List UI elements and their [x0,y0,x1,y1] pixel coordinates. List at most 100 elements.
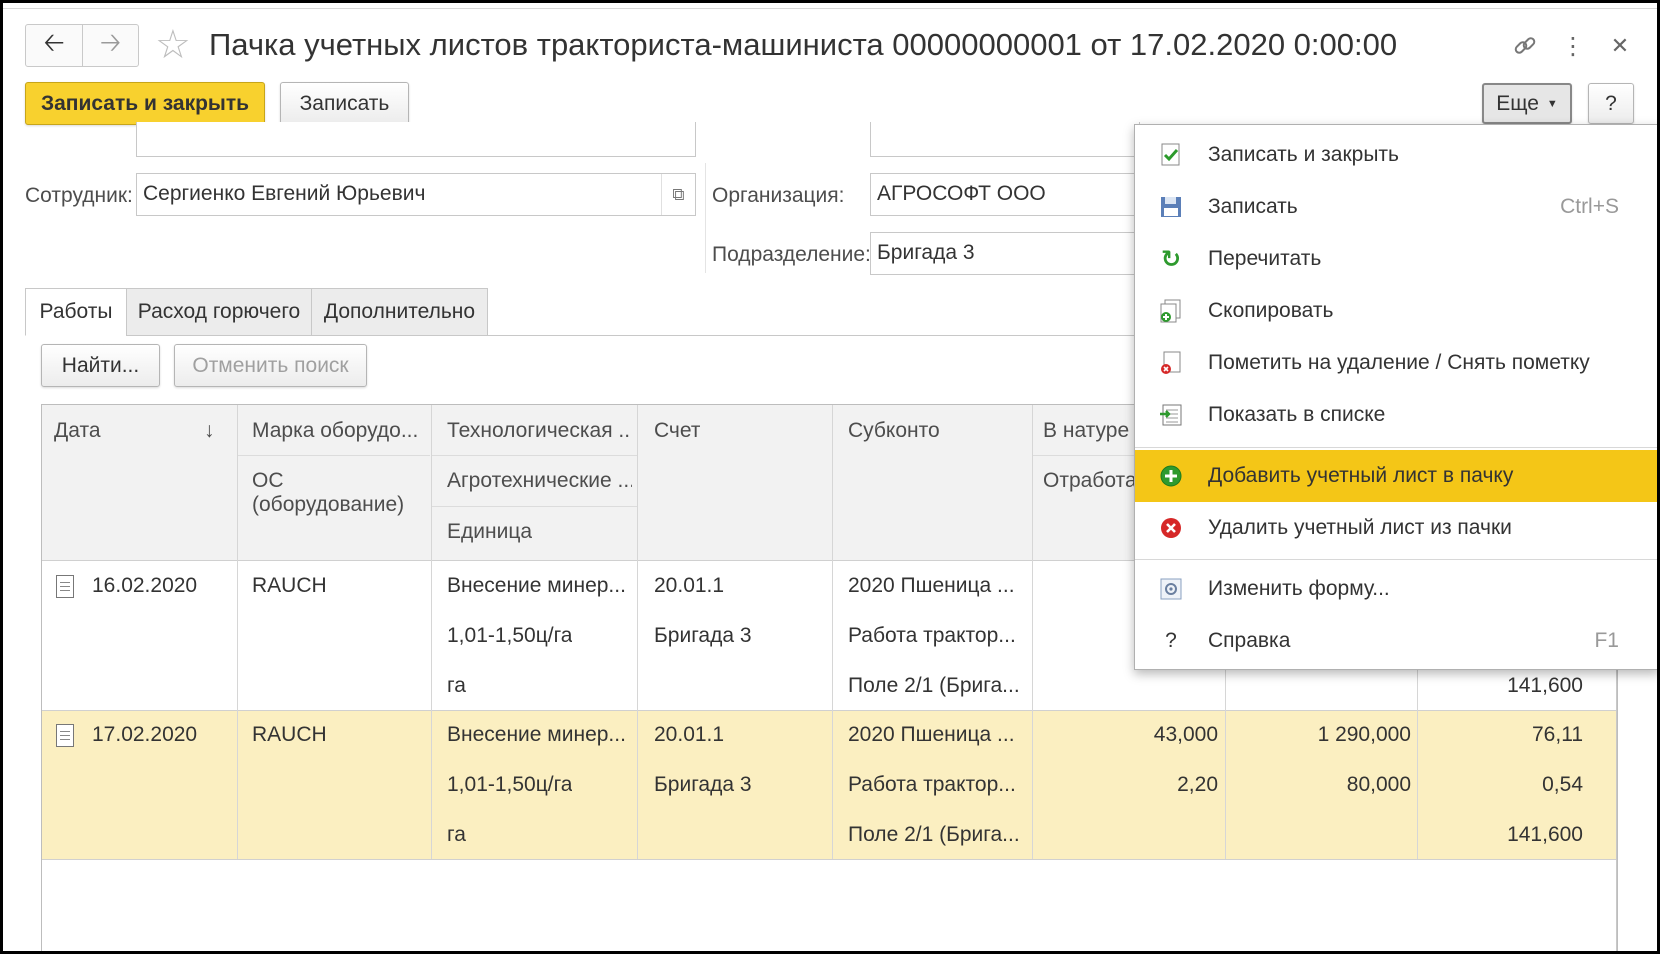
menu-item-label: Записать и закрыть [1208,143,1399,166]
link-icon[interactable] [1508,29,1542,63]
cell-brand: RAUCH [252,574,327,597]
menu-item-label: Изменить форму... [1208,577,1390,600]
favorite-star-icon[interactable]: ☆ [155,25,191,65]
tractor-field-clipped[interactable] [136,122,696,157]
forward-arrow-icon[interactable]: 🡢 [82,25,138,66]
menu-item-change-form[interactable]: Изменить форму... [1135,563,1657,615]
cell-subconto-2: Работа трактор... [848,624,1016,647]
cell-agro: 1,01-1,50ц/га [447,624,573,647]
header-subconto[interactable]: Субконто [848,419,940,443]
find-button[interactable]: Найти... [41,344,160,387]
save-and-close-button[interactable]: Записать и закрыть [25,82,265,125]
menu-item-remove-sheet[interactable]: Удалить учетный лист из пачки [1135,502,1657,554]
cell-account: 20.01.1 [654,723,725,746]
header-account[interactable]: Счет [654,419,700,443]
more-vertical-icon[interactable]: ⋮ [1556,29,1590,63]
window: 🡠 🡢 ☆ Пачка учетных листов тракториста-м… [0,0,1660,954]
menu-item-add-sheet[interactable]: Добавить учетный лист в пачку [1135,450,1657,502]
header-sub-divider [431,455,637,456]
copy-doc-icon [1159,299,1183,323]
nav-buttons: 🡠 🡢 [25,24,139,67]
cell-m-1: 1 290,000 [1317,723,1411,746]
menu-item-save-close[interactable]: Записать и закрыть [1135,129,1657,181]
header-agro[interactable]: Агротехнические ... [447,469,632,493]
header-sub-divider [431,506,637,507]
cell-subconto-3: Поле 2/1 (Брига... [848,674,1020,697]
menu-shortcut: F1 [1594,629,1619,652]
col-divider [431,405,432,859]
menu-item-show-in-list[interactable]: Показать в списке [1135,389,1657,441]
cancel-search-button[interactable]: Отменить поиск [174,344,367,387]
row-divider [42,859,1617,860]
cell-account-2: Бригада 3 [654,773,752,796]
menu-item-label: Показать в списке [1208,403,1386,426]
chevron-down-icon: ▼ [1546,97,1558,110]
menu-separator [1135,559,1657,560]
cell-k-2: 0,54 [1542,773,1583,796]
cell-tech: Внесение минер... [447,574,626,597]
back-arrow-icon[interactable]: 🡠 [26,25,82,66]
close-icon[interactable]: ✕ [1603,29,1637,63]
col-divider [1032,405,1033,859]
header-natura[interactable]: В натуре [1043,419,1129,443]
menu-item-label: Скопировать [1208,299,1334,322]
settings-form-icon [1159,577,1183,601]
show-in-list-icon [1159,403,1183,427]
open-link-icon[interactable]: ⧉ [661,174,695,215]
menu-item-save[interactable]: Записать Ctrl+S [1135,181,1657,233]
header-tech[interactable]: Технологическая ... [447,419,632,443]
cell-k-3: 141,600 [1507,823,1583,846]
header-worked[interactable]: Отработа [1043,469,1137,493]
tab-fuel[interactable]: Расход горючего [126,288,312,336]
cell-m-2: 80,000 [1346,773,1411,796]
col-divider [237,405,238,859]
menu-shortcut: Ctrl+S [1560,195,1619,218]
header-sub-divider [237,455,430,456]
menu-item-label: Записать [1208,195,1298,218]
cell-brand: RAUCH [252,723,327,746]
number-field-clipped[interactable] [870,122,1140,157]
menu-item-label: Перечитать [1208,247,1322,270]
header-os[interactable]: ОС (оборудование) [252,469,404,517]
col-divider [637,405,638,859]
cell-unit: га [447,674,466,697]
delete-mark-doc-icon [1159,351,1183,375]
table-row-selected[interactable]: 17.02.2020 RAUCH Внесение минер... 1,01-… [42,710,1617,859]
top-border [3,3,1657,9]
help-button[interactable]: ? [1588,83,1634,124]
header-date[interactable]: Дата [54,419,101,443]
menu-item-mark-delete[interactable]: Пометить на удаление / Снять пометку [1135,337,1657,389]
menu-item-copy[interactable]: Скопировать [1135,285,1657,337]
menu-item-label: Пометить на удаление / Снять пометку [1208,351,1590,374]
division-field[interactable]: Бригада 3 [870,232,1140,275]
tab-works[interactable]: Работы [25,288,127,336]
cell-agro: 1,01-1,50ц/га [447,773,573,796]
cell-natura-1: 43,000 [1153,723,1218,746]
menu-separator [1135,447,1657,448]
organization-field[interactable]: АГРОСОФТ ООО [870,173,1140,216]
cell-tech: Внесение минер... [447,723,626,746]
document-icon [56,724,74,747]
cell-subconto-2: Работа трактор... [848,773,1016,796]
more-button[interactable]: Еще ▼ [1482,83,1572,124]
menu-item-reread[interactable]: ↻ Перечитать [1135,233,1657,285]
organization-label: Организация: [712,184,845,207]
cell-k-1: 76,11 [1532,723,1583,746]
remove-circle-icon [1159,516,1183,540]
form-divider [705,163,706,273]
cell-account-2: Бригада 3 [654,624,752,647]
menu-item-label: Справка [1208,629,1291,652]
employee-label: Сотрудник: [25,184,133,207]
tab-additional[interactable]: Дополнительно [311,288,488,336]
header-brand[interactable]: Марка оборудо... [252,419,432,443]
save-button[interactable]: Записать [280,82,409,125]
sort-arrow-icon[interactable]: ↓ [204,419,215,443]
more-menu: Записать и закрыть Записать Ctrl+S ↻ Пер… [1134,124,1657,670]
cell-date: 16.02.2020 [92,574,198,597]
employee-field[interactable]: Сергиенко Евгений Юрьевич ⧉ [136,173,696,216]
cell-subconto-1: 2020 Пшеница ... [848,723,1015,746]
menu-item-help[interactable]: ? Справка F1 [1135,615,1657,667]
menu-item-label: Удалить учетный лист из пачки [1208,516,1512,539]
header-unit[interactable]: Единица [447,520,532,544]
division-label: Подразделение: [712,243,871,266]
